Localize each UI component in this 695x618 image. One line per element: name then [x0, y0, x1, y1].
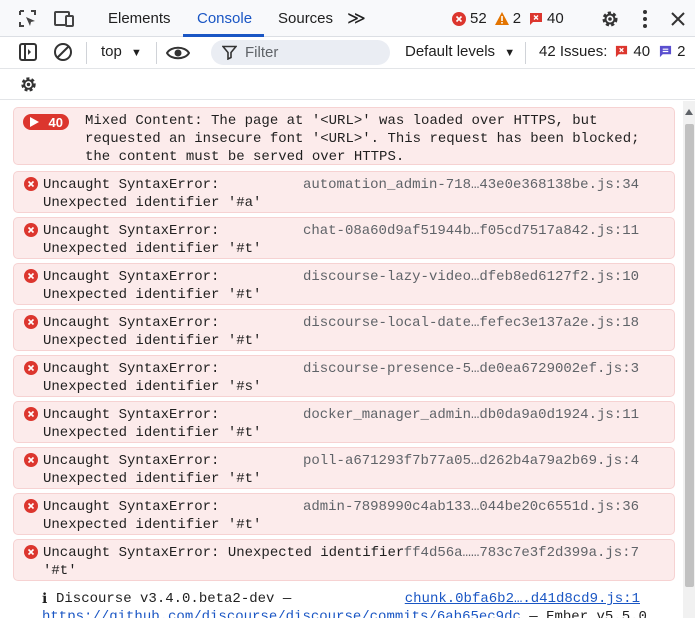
message-text: Uncaught SyntaxError: Unexpected identif… [43, 545, 405, 579]
error-icon [24, 361, 38, 380]
console-error-message[interactable]: Uncaught SyntaxError: Unexpected identif… [13, 263, 675, 305]
filter-funnel-icon [222, 45, 237, 60]
error-icon [24, 223, 38, 242]
warning-icon [494, 12, 509, 25]
message-text: Uncaught SyntaxError: Unexpected identif… [43, 177, 262, 211]
tab-console[interactable]: Console [197, 0, 252, 37]
console-messages: 40 Mixed Content: The page at '<URL>' wa… [0, 101, 683, 618]
error-icon [24, 545, 38, 564]
message-text: Uncaught SyntaxError: Unexpected identif… [43, 453, 262, 487]
console-toolbar: top ▼ Filter Default levels ▼ 42 Issues:… [0, 37, 695, 69]
message-text: Uncaught SyntaxError: Unexpected identif… [43, 223, 262, 257]
console-error-message[interactable]: Uncaught SyntaxError: Unexpected identif… [13, 171, 675, 213]
source-link[interactable]: chunk.0bfa6b2….d41d8cd9.js:1 [405, 590, 640, 608]
console-error-message[interactable]: Uncaught SyntaxError: Unexpected identif… [13, 217, 675, 259]
tab-elements[interactable]: Elements [108, 0, 171, 37]
error-icon [24, 315, 38, 334]
issues-error-count: 40 [633, 43, 651, 60]
console-settings-bar [0, 69, 695, 100]
more-options-icon[interactable] [634, 8, 656, 30]
message-text: Uncaught SyntaxError: Unexpected identif… [43, 361, 262, 395]
error-icon [24, 407, 38, 426]
error-icon [24, 453, 38, 472]
console-scrollbar[interactable] [683, 101, 695, 618]
issue-count: 40 [529, 10, 564, 27]
console-error-message[interactable]: Uncaught SyntaxError: Unexpected identif… [13, 355, 675, 397]
context-label: top [101, 43, 122, 60]
inspect-element-icon[interactable] [17, 8, 39, 30]
source-link[interactable]: docker_manager_admin…db0da9a0d1924.js:11 [303, 406, 639, 424]
console-error-message[interactable]: Uncaught SyntaxError: Unexpected identif… [13, 401, 675, 443]
more-tabs-chevron-icon[interactable]: ≫ [347, 0, 366, 37]
message-suffix: — Ember v5.5.0 [520, 609, 647, 618]
issue-flag-icon [530, 12, 543, 25]
source-link[interactable]: discourse-lazy-video…dfeb8ed6127f2.js:10 [303, 268, 639, 286]
message-text: Discourse v3.4.0.beta2-dev — [56, 591, 292, 607]
message-text: Uncaught SyntaxError: Unexpected identif… [43, 269, 262, 303]
clear-console-icon[interactable] [53, 42, 73, 62]
error-icon [24, 269, 38, 288]
error-count: 52 [452, 10, 487, 27]
message-text: Mixed Content: The page at '<URL>' was l… [85, 113, 640, 165]
toolbar-divider [525, 42, 526, 64]
message-text: Uncaught SyntaxError: Unexpected identif… [43, 315, 262, 349]
dropdown-arrow-icon: ▼ [504, 47, 516, 59]
dropdown-arrow-icon: ▼ [131, 47, 142, 59]
issue-info-icon [659, 45, 672, 58]
warning-count: 2 [494, 10, 521, 27]
error-icon [24, 499, 38, 518]
play-triangle-icon [30, 117, 39, 127]
tab-sources[interactable]: Sources [278, 0, 333, 37]
error-icon [24, 177, 38, 196]
filter-placeholder: Filter [245, 44, 279, 61]
toolbar-divider [156, 42, 157, 64]
console-settings-gear-icon[interactable] [18, 74, 39, 95]
source-link[interactable]: poll-a671293f7b77a05…d262b4a79a2b69.js:4 [303, 452, 639, 470]
console-error-message[interactable]: Uncaught SyntaxError: Unexpected identif… [13, 493, 675, 535]
repeat-count-badge: 40 [23, 114, 69, 130]
console-message-info[interactable]: ℹ Discourse v3.4.0.beta2-dev — chunk.0bf… [13, 588, 675, 618]
issue-flag-icon [616, 45, 628, 58]
console-error-message[interactable]: Uncaught SyntaxError: Unexpected identif… [13, 309, 675, 351]
source-link[interactable]: admin-7898990c4ab133…044be20c6551d.js:36 [303, 498, 639, 516]
device-toolbar-icon[interactable] [53, 8, 75, 30]
console-error-message[interactable]: Uncaught SyntaxError: Unexpected identif… [13, 539, 675, 581]
info-icon: ℹ [42, 591, 48, 607]
commit-link[interactable]: https://github.com/discourse/discourse/c… [42, 609, 521, 618]
filter-input[interactable]: Filter [211, 40, 390, 65]
message-text: Uncaught SyntaxError: Unexpected identif… [43, 407, 262, 441]
issues-info-count: 2 [677, 43, 686, 60]
close-devtools-icon[interactable] [667, 8, 689, 30]
log-levels-dropdown[interactable]: Default levels ▼ [405, 43, 515, 60]
sidebar-toggle-icon[interactable] [18, 42, 38, 62]
scroll-up-arrow-icon[interactable] [685, 109, 693, 115]
source-link[interactable]: ff4d56a……783c7e3f2d399a.js:7 [404, 544, 639, 562]
scrollbar-thumb[interactable] [685, 124, 694, 587]
console-counts[interactable]: 52 2 40 [452, 0, 572, 37]
source-link[interactable]: discourse-presence-5…de0ea6729002ef.js:3 [303, 360, 639, 378]
issues-label: 42 Issues: [539, 43, 608, 60]
settings-gear-icon[interactable] [599, 8, 621, 30]
error-icon [452, 11, 466, 26]
source-link[interactable]: chat-08a60d9af51944b…f05cd7517a842.js:11 [303, 222, 639, 240]
devtools-tab-bar: Elements Console Sources ≫ 52 2 40 [0, 0, 695, 37]
message-text: Uncaught SyntaxError: Unexpected identif… [43, 499, 262, 533]
log-levels-label: Default levels [405, 43, 496, 60]
source-link[interactable]: discourse-local-date…fefec3e137a2e.js:18 [303, 314, 639, 332]
console-message-mixed-content[interactable]: 40 Mixed Content: The page at '<URL>' wa… [13, 107, 675, 165]
console-error-message[interactable]: Uncaught SyntaxError: Unexpected identif… [13, 447, 675, 489]
toolbar-divider [86, 42, 87, 64]
issues-button[interactable]: 42 Issues: 40 2 [539, 43, 685, 60]
context-selector[interactable]: top ▼ [101, 43, 142, 60]
source-link[interactable]: automation_admin-718…43e0e368138be.js:34 [303, 176, 639, 194]
live-expression-eye-icon[interactable] [166, 43, 190, 63]
